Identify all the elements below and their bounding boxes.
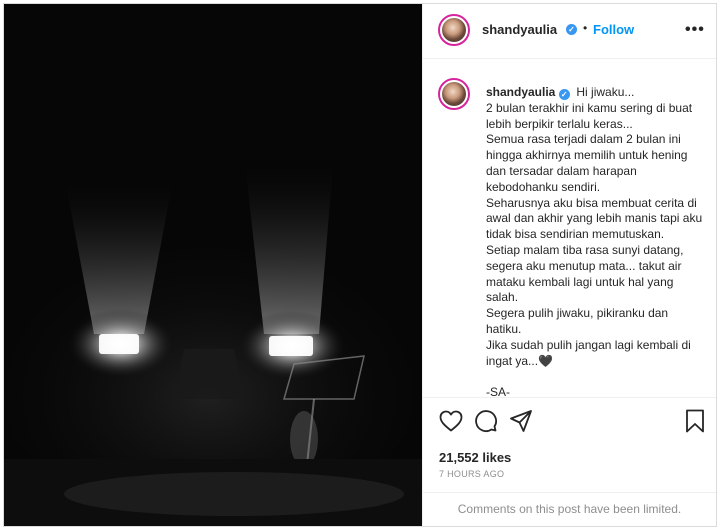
caption: shandyaulia ✓ Hi jiwaku... 2 bulan terak… — [486, 85, 706, 396]
caption-line: Seharusnya aku bisa membuat cerita di — [486, 195, 697, 210]
caption-line: hingga akhirnya memilih untuk hening — [486, 148, 688, 163]
caption-line: Setiap malam tiba rasa sunyi datang, — [486, 242, 684, 257]
post-actions: 21,552 likes 7 HOURS AGO Comments on thi… — [423, 397, 716, 525]
comment-icon[interactable] — [474, 409, 498, 438]
separator-dot: • — [583, 21, 588, 35]
username-link[interactable]: shandyaulia — [482, 22, 557, 37]
heart-icon[interactable] — [439, 410, 463, 437]
like-count[interactable]: 21,552 likes — [439, 450, 511, 465]
share-icon[interactable] — [509, 409, 533, 438]
caption-line: salah. — [486, 290, 519, 305]
comments-limited-notice: Comments on this post have been limited. — [423, 492, 716, 526]
verified-badge-icon: ✓ — [566, 24, 577, 35]
caption-username[interactable]: shandyaulia — [486, 85, 555, 99]
post-photo[interactable] — [4, 4, 422, 526]
caption-line: segera aku menutup mata... takut air — [486, 258, 682, 273]
caption-line: tidak bisa sendirian memutuskan. — [486, 227, 665, 242]
caption-line: kebodohanku sendiri. — [486, 179, 601, 194]
caption-line: Semua rasa terjadi dalam 2 bulan ini — [486, 132, 681, 147]
caption-signature: -SA- — [486, 385, 510, 396]
post-timestamp[interactable]: 7 HOURS AGO — [439, 469, 504, 479]
caption-line: ingat ya...🖤 — [486, 353, 553, 368]
caption-line — [486, 369, 706, 385]
caption-verified-badge-icon: ✓ — [558, 89, 570, 100]
more-options-icon[interactable]: ••• — [685, 21, 705, 39]
caption-line: hatiku. — [486, 321, 522, 336]
caption-line: dan tersadar dalam harapan — [486, 163, 637, 178]
caption-line: Hi jiwaku... — [576, 85, 635, 99]
caption-avatar[interactable] — [438, 78, 470, 110]
caption-line: Segera pulih jiwaku, pikiranku dan — [486, 306, 669, 321]
caption-line: mataku kembali lagi untuk hal yang — [486, 274, 674, 289]
caption-line: lebih berpikir terlalu keras... — [486, 116, 633, 131]
caption-area: shandyaulia ✓ Hi jiwaku... 2 bulan terak… — [423, 59, 716, 396]
caption-line: 2 bulan terakhir ini kamu sering di buat — [486, 100, 693, 115]
post-dialog: shandyaulia ✓ • Follow ••• shandyaulia ✓… — [3, 3, 717, 527]
caption-line: Jika sudah pulih jangan lagi kembali di — [486, 337, 691, 352]
caption-line: awal dan akhir yang lebih manis tapi aku — [486, 211, 703, 226]
avatar[interactable] — [438, 14, 470, 46]
post-header: shandyaulia ✓ • Follow ••• — [423, 4, 716, 59]
post-sidebar: shandyaulia ✓ • Follow ••• shandyaulia ✓… — [422, 4, 716, 526]
follow-button[interactable]: Follow — [593, 22, 634, 37]
night-lights-photo — [4, 4, 422, 526]
bookmark-icon[interactable] — [685, 409, 705, 438]
